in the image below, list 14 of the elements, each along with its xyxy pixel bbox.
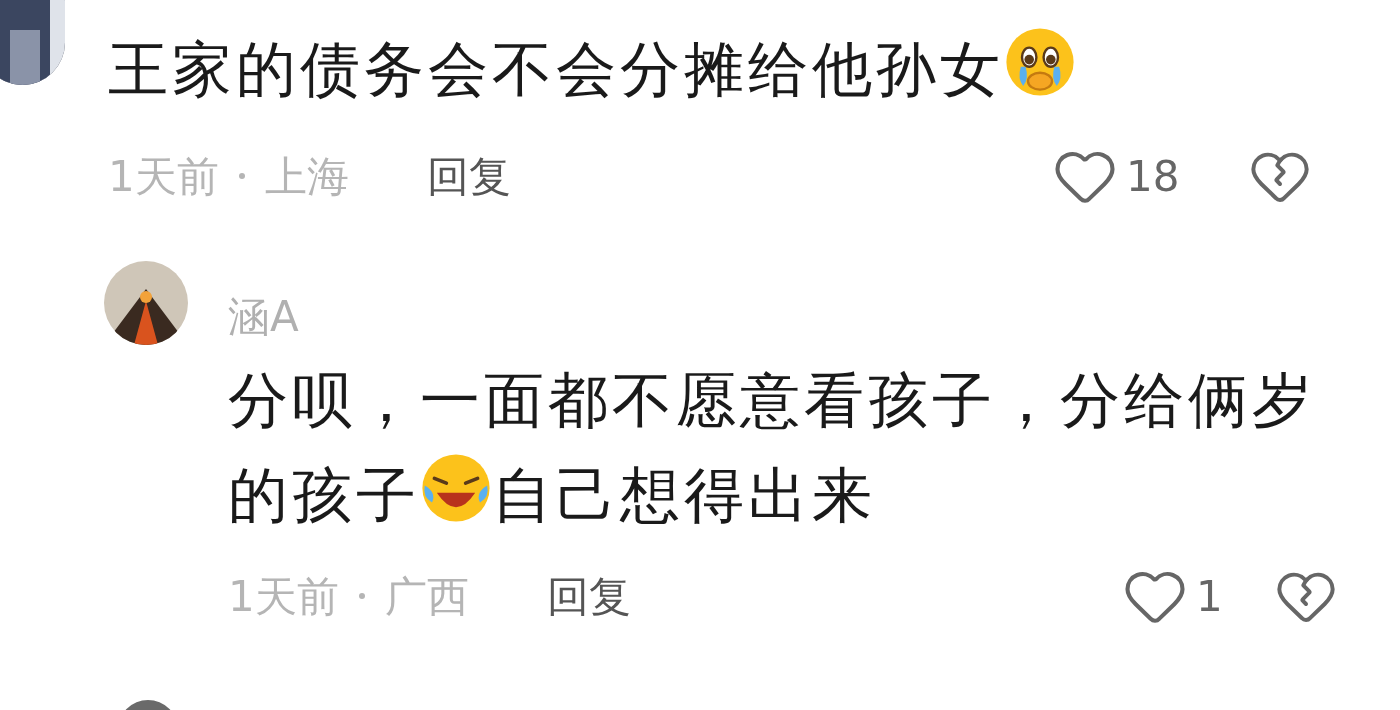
like-count: 1 (1196, 570, 1224, 623)
comment-time: 1天前 (108, 150, 219, 203)
dot-separator-icon (358, 593, 365, 599)
like-count: 18 (1126, 150, 1181, 203)
dot-separator-icon (238, 173, 245, 179)
comment-location: 上海 (264, 150, 349, 203)
comment-location: 广西 (384, 570, 469, 623)
comment-time: 1天前 (228, 570, 339, 623)
comment-text: 王家的债务会不会分摊给他孙女 (108, 22, 1218, 117)
reply-link[interactable]: 回复 (546, 564, 631, 628)
reply-link[interactable]: 回复 (426, 144, 511, 208)
laughing-emoji-icon (420, 452, 492, 524)
crying-emoji-icon (1004, 26, 1076, 98)
comment-text: 分呗，一面都不愿意看孩子，分给俩岁的孩子 自己想得出来 (228, 364, 1317, 532)
